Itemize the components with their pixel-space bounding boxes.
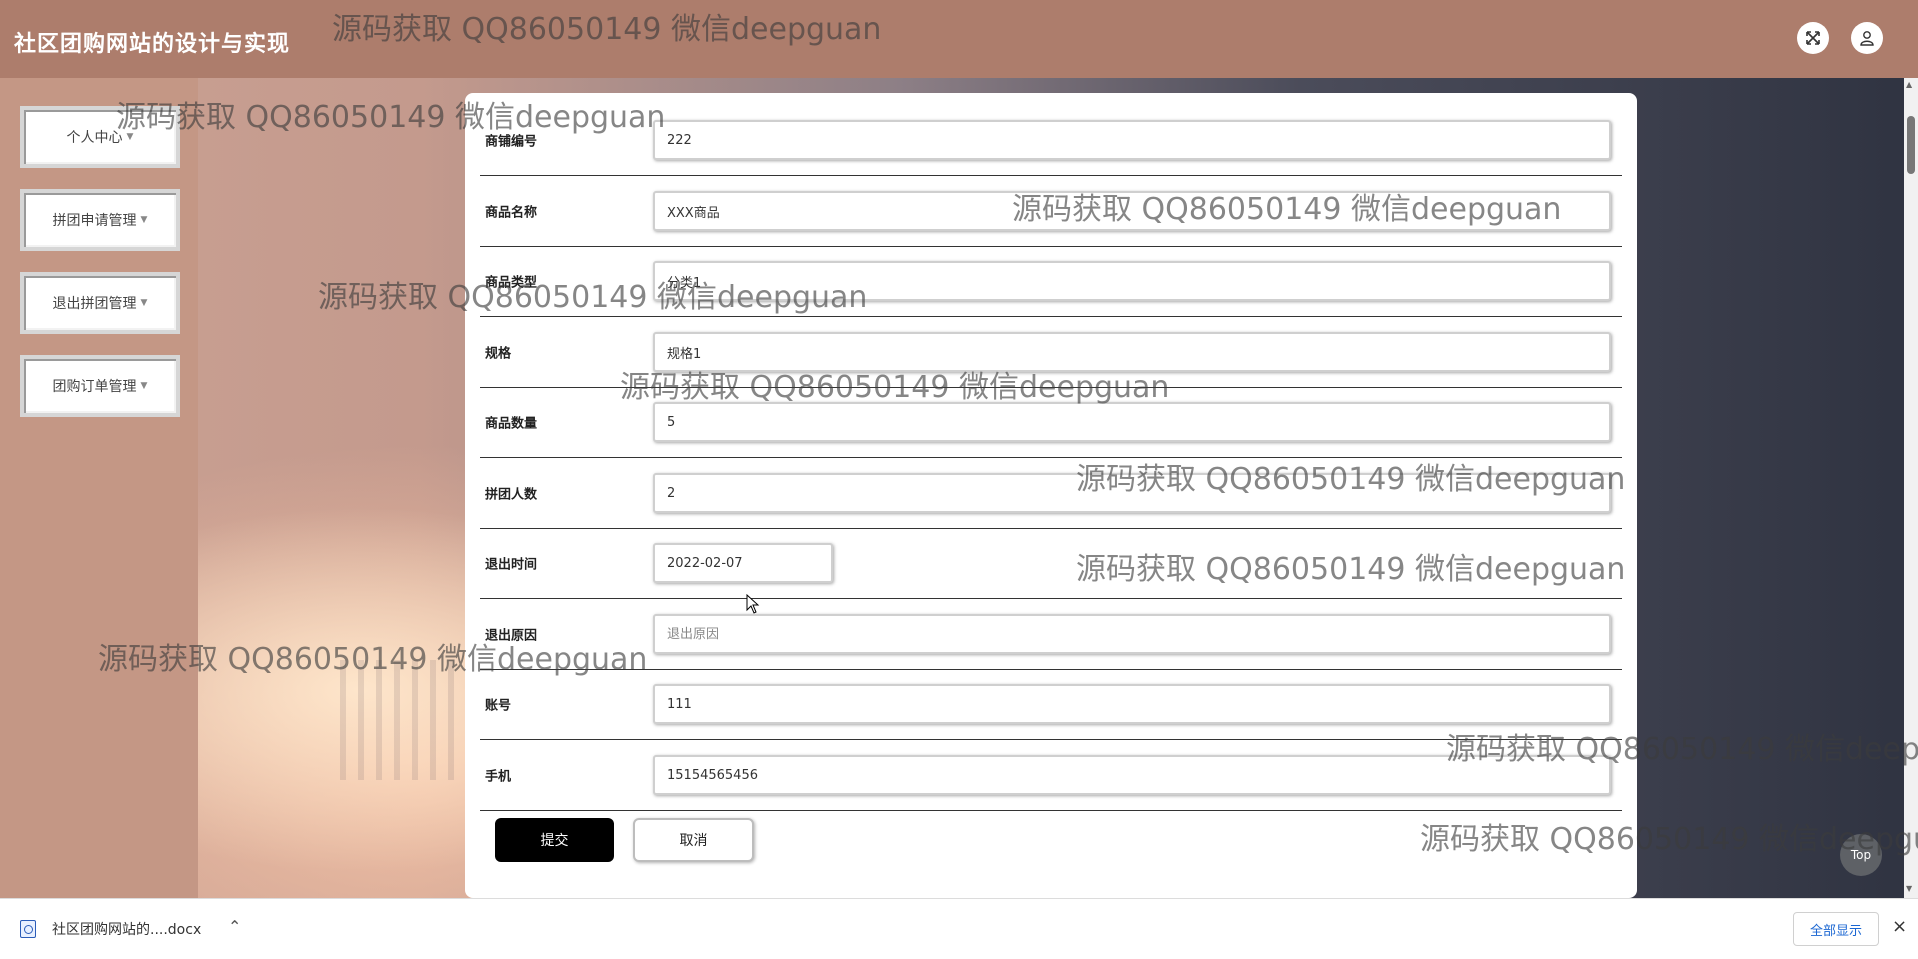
field-label: 商品名称 — [485, 205, 538, 221]
form-row-spec: 规格 — [480, 317, 1622, 388]
user-button[interactable] — [1851, 22, 1883, 54]
field-label: 商品类型 — [485, 275, 538, 291]
back-to-top-button[interactable]: Top — [1840, 834, 1882, 876]
field-label: 手机 — [485, 769, 512, 785]
chevron-up-icon[interactable]: ⌃ — [228, 917, 241, 936]
top-header: 社区团购网站的设计与实现 — [0, 0, 1918, 78]
form-row-group-size: 拼团人数 — [480, 458, 1622, 529]
scroll-down-arrow-icon[interactable]: ▼ — [1906, 884, 1912, 893]
sidebar-item-label: 拼团申请管理 — [52, 213, 137, 229]
quit-reason-field[interactable] — [653, 614, 1611, 654]
phone-field[interactable] — [653, 755, 1611, 795]
close-icon[interactable]: × — [1892, 916, 1907, 937]
caret-down-icon: ▼ — [140, 381, 148, 391]
submit-button[interactable]: 提交 — [495, 818, 614, 862]
field-label: 商品数量 — [485, 416, 538, 432]
sidebar-item-group-apply[interactable]: 拼团申请管理 ▼ — [20, 189, 180, 251]
scroll-up-arrow-icon[interactable]: ▲ — [1906, 80, 1912, 89]
sidebar-item-label: 退出拼团管理 — [52, 296, 137, 312]
form-row-product-name: 商品名称 — [480, 176, 1622, 247]
field-label: 退出原因 — [485, 628, 538, 644]
word-document-icon — [20, 920, 36, 938]
sidebar-item-label: 个人中心 — [66, 130, 123, 146]
show-all-button[interactable]: 全部显示 — [1793, 912, 1879, 946]
product-type-field[interactable] — [653, 261, 1611, 301]
sidebar: 个人中心 ▼ 拼团申请管理 ▼ 退出拼团管理 ▼ 团购订单管理 ▼ — [0, 78, 198, 898]
form-panel: 商铺编号 商品名称 商品类型 规格 商品数量 拼团人数 退出时间 退出原因 账号… — [465, 93, 1637, 898]
quit-time-date-field[interactable] — [653, 543, 833, 583]
sidebar-item-group-orders[interactable]: 团购订单管理 ▼ — [20, 355, 180, 417]
product-name-field[interactable] — [653, 191, 1611, 231]
mouse-cursor-icon — [746, 594, 760, 614]
sidebar-item-personal-center[interactable]: 个人中心 ▼ — [20, 106, 180, 168]
form-row-quit-reason: 退出原因 — [480, 599, 1622, 670]
field-label: 商铺编号 — [485, 134, 538, 150]
caret-down-icon: ▼ — [140, 298, 148, 308]
fullscreen-button[interactable] — [1797, 22, 1829, 54]
app-title: 社区团购网站的设计与实现 — [14, 32, 291, 57]
expand-arrows-icon — [1806, 31, 1820, 45]
quantity-field[interactable] — [653, 402, 1611, 442]
cancel-button[interactable]: 取消 — [633, 818, 754, 862]
field-label: 账号 — [485, 698, 512, 714]
field-label: 退出时间 — [485, 557, 538, 573]
form-row-phone: 手机 — [480, 740, 1622, 811]
group-size-field[interactable] — [653, 473, 1611, 513]
scrollbar-thumb[interactable] — [1907, 116, 1915, 174]
form-row-account: 账号 — [480, 669, 1622, 740]
form-row-shop-id: 商铺编号 — [480, 105, 1622, 176]
form-row-quantity: 商品数量 — [480, 387, 1622, 458]
sidebar-item-label: 团购订单管理 — [52, 379, 137, 395]
shop-id-field[interactable] — [653, 120, 1611, 160]
download-bar: 社区团购网站的....docx ⌃ 全部显示 × — [0, 898, 1918, 959]
user-icon — [1860, 31, 1874, 46]
form-row-product-type: 商品类型 — [480, 246, 1622, 317]
form-row-quit-time: 退出时间 — [480, 528, 1622, 599]
page-scrollbar[interactable]: ▲ ▼ — [1904, 78, 1918, 898]
download-item[interactable]: 社区团购网站的....docx — [20, 899, 201, 959]
field-label: 规格 — [485, 346, 512, 362]
download-file-name: 社区团购网站的....docx — [52, 922, 202, 938]
sidebar-item-quit-group[interactable]: 退出拼团管理 ▼ — [20, 272, 180, 334]
account-field[interactable] — [653, 684, 1611, 724]
field-label: 拼团人数 — [485, 487, 538, 503]
caret-down-icon: ▼ — [140, 215, 148, 225]
caret-down-icon: ▼ — [126, 132, 134, 142]
spec-field[interactable] — [653, 332, 1611, 372]
